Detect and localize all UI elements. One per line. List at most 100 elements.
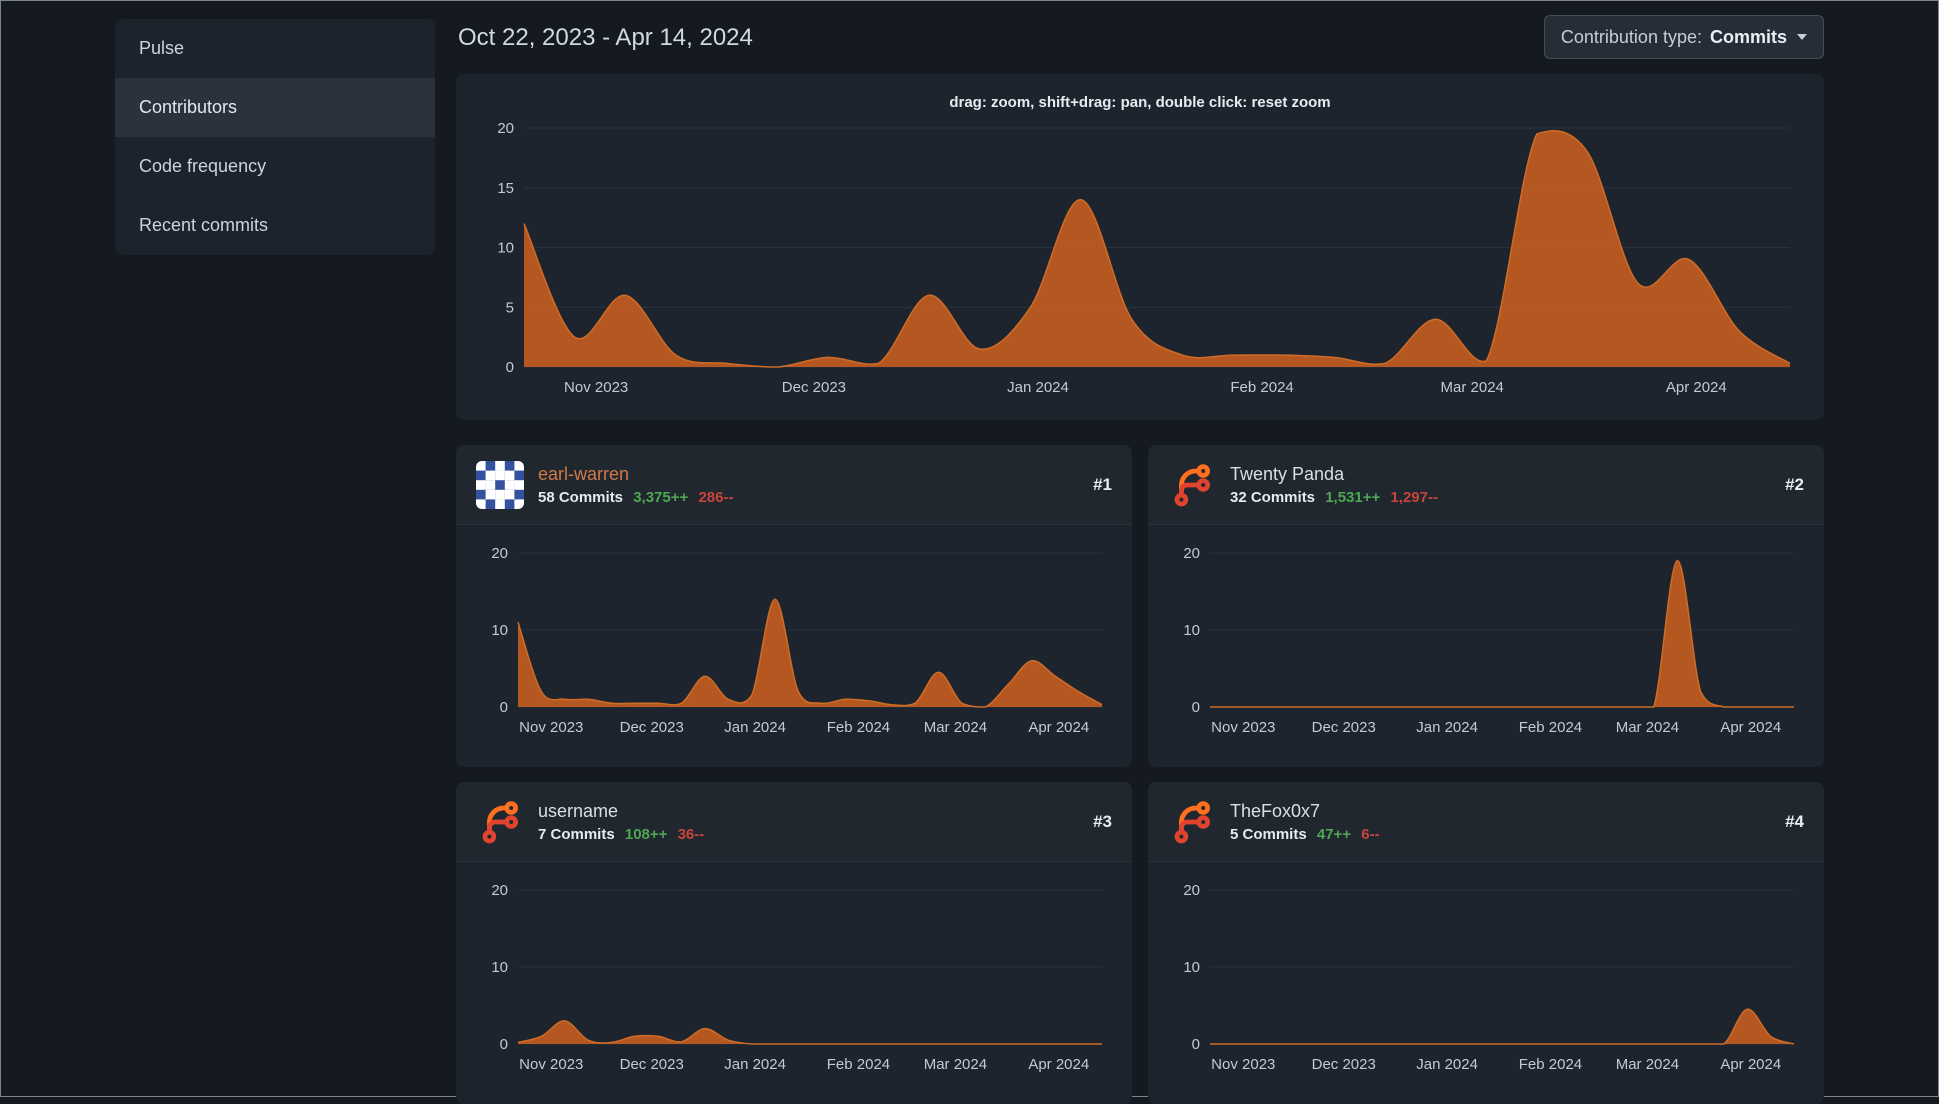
svg-text:Nov 2023: Nov 2023 xyxy=(1211,719,1275,736)
contribution-type-value: Commits xyxy=(1709,26,1787,47)
contributor-rank: #4 xyxy=(1785,811,1804,831)
svg-text:Dec 2023: Dec 2023 xyxy=(620,719,684,736)
contributor-commits: 7 Commits xyxy=(538,825,615,843)
svg-text:Feb 2024: Feb 2024 xyxy=(827,719,890,736)
contributor-card-header: TheFox0x7 5 Commits 47++ 6-- #4 xyxy=(1148,782,1824,862)
contributor-chart[interactable]: 0 10 20 Nov 2023 Dec 2023 Jan 2024 Feb 2024 Mar… xyxy=(1168,539,1804,744)
additions-count: 47++ xyxy=(1316,825,1352,843)
sidebar-item-pulse[interactable]: Pulse xyxy=(115,19,435,78)
svg-text:Feb 2024: Feb 2024 xyxy=(1519,719,1582,736)
svg-text:Apr 2024: Apr 2024 xyxy=(1720,719,1781,736)
svg-text:20: 20 xyxy=(1183,882,1200,899)
svg-text:15: 15 xyxy=(497,180,514,197)
deletions-count: 286-- xyxy=(698,488,734,506)
contributor-rank: #3 xyxy=(1093,811,1112,831)
svg-text:Jan 2024: Jan 2024 xyxy=(724,1056,786,1073)
svg-text:Dec 2023: Dec 2023 xyxy=(782,379,846,396)
svg-text:Mar 2024: Mar 2024 xyxy=(1616,719,1679,736)
contributor-cards-grid: earl-warren 58 Commits 3,375++ 286-- #1 … xyxy=(456,445,1824,1104)
contributor-identity: username 7 Commits 108++ 36-- xyxy=(538,801,704,843)
identicon-avatar xyxy=(476,460,524,509)
svg-text:Apr 2024: Apr 2024 xyxy=(1028,1056,1089,1073)
svg-text:10: 10 xyxy=(1183,959,1200,976)
contributor-identity: earl-warren 58 Commits 3,375++ 286-- xyxy=(538,464,733,506)
contributor-chart[interactable]: 0 10 20 Nov 2023 Dec 2023 Jan 2024 Feb 2024 Mar… xyxy=(1168,876,1804,1081)
contribution-type-dropdown[interactable]: Contribution type: Commits xyxy=(1543,15,1824,59)
contributor-rank: #2 xyxy=(1785,474,1804,494)
overall-activity-card: drag: zoom, shift+drag: pan, double clic… xyxy=(456,74,1824,420)
sidebar-item-label: Contributors xyxy=(139,97,238,117)
contributor-name: TheFox0x7 xyxy=(1230,800,1321,821)
additions-count: 1,531++ xyxy=(1325,488,1381,506)
svg-text:0: 0 xyxy=(500,699,508,716)
forgejo-logo-icon xyxy=(1168,461,1216,509)
contributor-card-username: username 7 Commits 108++ 36-- #3 0 10 20 No… xyxy=(456,782,1132,1104)
contributor-card-thefox0x7: TheFox0x7 5 Commits 47++ 6-- #4 0 10 20 Nov… xyxy=(1148,782,1824,1104)
svg-text:20: 20 xyxy=(491,882,508,899)
overall-activity-chart[interactable]: 0 5 10 15 20 Nov 2023 Dec 2023 Jan 2024 Feb 2024… xyxy=(480,116,1800,414)
contributor-stats: 58 Commits 3,375++ 286-- xyxy=(538,489,733,506)
contributor-chart[interactable]: 0 10 20 Nov 2023 Dec 2023 Jan 2024 Feb 2024 Mar… xyxy=(476,539,1112,744)
contributor-name: Twenty Panda xyxy=(1230,463,1345,484)
deletions-count: 1,297-- xyxy=(1390,488,1438,506)
svg-text:0: 0 xyxy=(506,359,514,376)
sidebar-item-recent-commits[interactable]: Recent commits xyxy=(115,196,435,255)
svg-text:Mar 2024: Mar 2024 xyxy=(1616,1056,1679,1073)
svg-text:Nov 2023: Nov 2023 xyxy=(1211,1056,1275,1073)
forgejo-logo-icon xyxy=(1168,798,1216,846)
svg-text:20: 20 xyxy=(491,545,508,562)
svg-text:Dec 2023: Dec 2023 xyxy=(1312,1056,1376,1073)
chart-zoom-hint: drag: zoom, shift+drag: pan, double clic… xyxy=(949,94,1331,111)
svg-text:0: 0 xyxy=(1192,699,1200,716)
chevron-down-icon xyxy=(1797,34,1807,40)
contributor-commits: 32 Commits xyxy=(1230,488,1316,506)
contributor-card-header: username 7 Commits 108++ 36-- #3 xyxy=(456,782,1132,862)
contributor-commits: 58 Commits xyxy=(538,488,624,506)
svg-text:Dec 2023: Dec 2023 xyxy=(620,1056,684,1073)
svg-text:10: 10 xyxy=(491,622,508,639)
svg-text:Jan 2024: Jan 2024 xyxy=(1416,719,1478,736)
svg-text:10: 10 xyxy=(1183,622,1200,639)
svg-text:10: 10 xyxy=(497,240,514,257)
date-range-title: Oct 22, 2023 - Apr 14, 2024 xyxy=(458,24,753,51)
svg-text:Jan 2024: Jan 2024 xyxy=(1416,1056,1478,1073)
deletions-count: 6-- xyxy=(1361,825,1380,843)
contributor-name[interactable]: earl-warren xyxy=(538,464,733,485)
contributor-stats: 7 Commits 108++ 36-- xyxy=(538,826,704,843)
svg-text:Feb 2024: Feb 2024 xyxy=(1519,1056,1582,1073)
contributor-stats: 5 Commits 47++ 6-- xyxy=(1230,826,1380,843)
additions-count: 108++ xyxy=(624,825,668,843)
additions-count: 3,375++ xyxy=(633,488,689,506)
contributor-card-earl-warren: earl-warren 58 Commits 3,375++ 286-- #1 … xyxy=(456,445,1132,767)
svg-text:Mar 2024: Mar 2024 xyxy=(1441,379,1504,396)
sidebar-item-code-frequency[interactable]: Code frequency xyxy=(115,137,435,196)
contributor-card-header: earl-warren 58 Commits 3,375++ 286-- #1 xyxy=(456,445,1132,525)
svg-text:10: 10 xyxy=(491,959,508,976)
svg-text:Mar 2024: Mar 2024 xyxy=(924,1056,987,1073)
contributor-chart[interactable]: 0 10 20 Nov 2023 Dec 2023 Jan 2024 Feb 2024 Mar… xyxy=(476,876,1112,1081)
svg-text:Dec 2023: Dec 2023 xyxy=(1312,719,1376,736)
contributor-rank: #1 xyxy=(1093,474,1112,494)
repo-activity-sidebar: Pulse Contributors Code frequency Recent… xyxy=(115,19,435,255)
contributor-card-twenty-panda: Twenty Panda 32 Commits 1,531++ 1,297-- … xyxy=(1148,445,1824,767)
svg-text:Apr 2024: Apr 2024 xyxy=(1028,719,1089,736)
contribution-type-label: Contribution type: xyxy=(1560,26,1702,47)
contributor-stats: 32 Commits 1,531++ 1,297-- xyxy=(1230,489,1438,506)
svg-text:Nov 2023: Nov 2023 xyxy=(519,719,583,736)
contributor-identity: TheFox0x7 5 Commits 47++ 6-- xyxy=(1230,801,1380,843)
svg-text:Mar 2024: Mar 2024 xyxy=(924,719,987,736)
svg-text:Nov 2023: Nov 2023 xyxy=(519,1056,583,1073)
svg-text:5: 5 xyxy=(506,299,514,316)
svg-text:Apr 2024: Apr 2024 xyxy=(1666,379,1727,396)
deletions-count: 36-- xyxy=(677,825,705,843)
svg-text:20: 20 xyxy=(1183,545,1200,562)
svg-text:20: 20 xyxy=(497,120,514,137)
contributor-commits: 5 Commits xyxy=(1230,825,1307,843)
sidebar-item-contributors[interactable]: Contributors xyxy=(115,78,435,137)
sidebar-item-label: Recent commits xyxy=(139,215,269,235)
contributor-identity: Twenty Panda 32 Commits 1,531++ 1,297-- xyxy=(1230,464,1438,506)
contributor-name: username xyxy=(538,800,619,821)
contributor-card-header: Twenty Panda 32 Commits 1,531++ 1,297-- … xyxy=(1148,445,1824,525)
svg-text:Jan 2024: Jan 2024 xyxy=(1007,379,1069,396)
svg-text:Nov 2023: Nov 2023 xyxy=(564,379,628,396)
